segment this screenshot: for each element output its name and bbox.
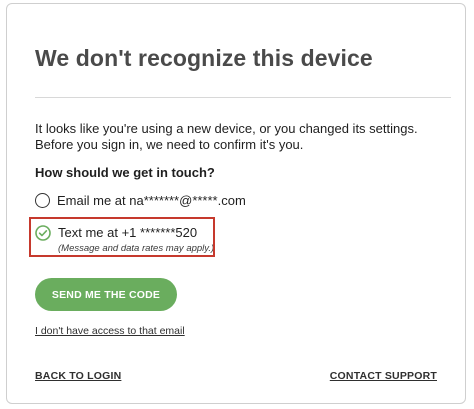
send-code-button[interactable]: SEND ME THE CODE	[35, 278, 177, 311]
page-title: We don't recognize this device	[35, 45, 373, 71]
text-option-label: Text me at +1 *******520	[58, 225, 198, 240]
text-option[interactable]: Text me at +1 *******520 (Message and da…	[35, 224, 214, 256]
title-divider	[35, 97, 451, 98]
email-option-label: Email me at na*******@*****.com	[57, 193, 246, 208]
back-to-login-link[interactable]: BACK TO LOGIN	[35, 370, 121, 382]
text-option-note: (Message and data rates may apply.)	[58, 243, 215, 254]
contact-support-link[interactable]: CONTACT SUPPORT	[330, 370, 437, 382]
radio-unchecked-icon[interactable]	[35, 193, 50, 208]
check-circle-icon[interactable]	[35, 225, 51, 241]
text-option-content: Text me at +1 *******520 (Message and da…	[58, 224, 214, 256]
contact-question: How should we get in touch?	[35, 165, 215, 180]
intro-text: It looks like you're using a new device,…	[35, 121, 418, 152]
verification-card: We don't recognize this device It looks …	[6, 3, 466, 404]
email-option[interactable]: Email me at na*******@*****.com	[35, 192, 246, 210]
no-access-link[interactable]: I don't have access to that email	[35, 325, 185, 337]
